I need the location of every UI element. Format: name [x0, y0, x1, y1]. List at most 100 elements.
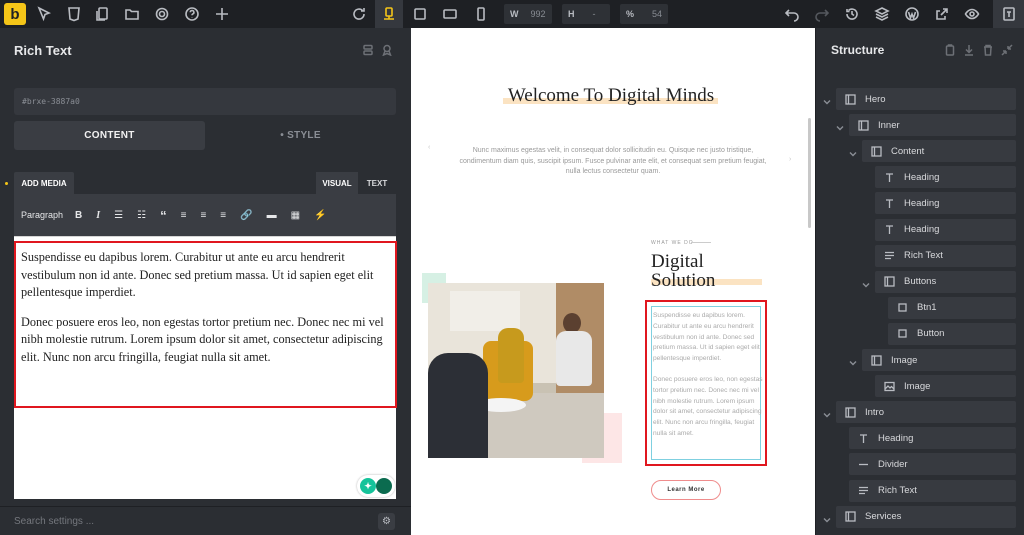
- bulb-icon[interactable]: ✦: [360, 478, 376, 494]
- html5-icon[interactable]: [60, 0, 88, 28]
- layers-icon[interactable]: [868, 0, 896, 28]
- tablet-view-icon[interactable]: [436, 0, 464, 28]
- download-icon[interactable]: [959, 42, 978, 58]
- chevron-down-icon[interactable]: [822, 407, 832, 418]
- structure-item[interactable]: Image: [875, 375, 1016, 398]
- bricks-logo[interactable]: b: [4, 3, 26, 25]
- structure-item[interactable]: Heading: [849, 427, 1016, 450]
- chevron-down-icon[interactable]: [822, 512, 832, 523]
- height-field[interactable]: H -: [562, 4, 610, 24]
- mobile-view-icon[interactable]: [467, 0, 495, 28]
- structure-item-label: Buttons: [904, 276, 937, 288]
- pin-icon[interactable]: [377, 42, 396, 58]
- italic-icon[interactable]: I: [96, 210, 100, 221]
- refresh-icon[interactable]: [345, 0, 373, 28]
- structure-item-label: Content: [891, 145, 925, 157]
- visual-tab[interactable]: VISUAL: [316, 172, 358, 194]
- chevron-down-icon[interactable]: [848, 146, 858, 157]
- settings-tabs: CONTENT • STYLE: [14, 121, 396, 150]
- wordpress-icon[interactable]: [898, 0, 926, 28]
- folder-icon[interactable]: [118, 0, 146, 28]
- class-switch-icon[interactable]: [358, 42, 377, 58]
- intro-heading[interactable]: Digital Solution: [651, 252, 715, 290]
- chevron-down-icon[interactable]: [848, 355, 858, 366]
- top-toolbar: b W 992 H - % 54: [0, 0, 1024, 28]
- search-settings-input[interactable]: Search settings ...: [14, 516, 94, 527]
- highlight-box-canvas[interactable]: Suspendisse eu dapibus lorem. Curabitur …: [645, 300, 767, 466]
- help-icon[interactable]: [178, 0, 206, 28]
- gear-icon[interactable]: [148, 0, 176, 28]
- intro-rich-text[interactable]: Suspendisse eu dapibus lorem. Curabitur …: [653, 311, 763, 450]
- tab-style[interactable]: • STYLE: [205, 121, 396, 150]
- heading-icon: [882, 198, 896, 209]
- align-left-icon[interactable]: ≡: [181, 210, 187, 221]
- blockquote-icon[interactable]: “: [160, 208, 167, 223]
- structure-item[interactable]: Buttons: [875, 270, 1016, 293]
- structure-item[interactable]: Hero: [836, 88, 1016, 110]
- structure-item[interactable]: Heading: [875, 166, 1016, 189]
- structure-item[interactable]: Content: [862, 140, 1016, 163]
- heading-icon: [882, 172, 896, 183]
- structure-item[interactable]: Heading: [875, 192, 1016, 215]
- structure-item[interactable]: Divider: [849, 453, 1016, 476]
- structure-item-label: Btn1: [917, 302, 937, 314]
- desktop-view-icon[interactable]: [375, 0, 403, 28]
- gear-icon[interactable]: ⚙: [378, 513, 395, 530]
- preview-canvas[interactable]: Welcome To Digital Minds ‹ › Nunc maximu…: [411, 28, 815, 535]
- link-icon[interactable]: 🔗: [240, 210, 252, 221]
- toolbar-toggle-icon[interactable]: ▦: [291, 210, 300, 221]
- structure-item-label: Heading: [904, 197, 940, 209]
- hero-subtitle[interactable]: Nunc maximus egestas velit, in consequat…: [459, 146, 767, 178]
- structure-item[interactable]: Button: [888, 322, 1016, 345]
- chevron-down-icon[interactable]: [861, 277, 871, 288]
- intro-label[interactable]: WHAT WE DO: [651, 240, 694, 246]
- add-media-button[interactable]: ADD MEDIA: [14, 172, 74, 194]
- bold-icon[interactable]: B: [75, 210, 82, 221]
- grammarly-widget[interactable]: ✦: [357, 475, 395, 497]
- history-icon[interactable]: [838, 0, 866, 28]
- align-center-icon[interactable]: ≡: [200, 210, 206, 221]
- structure-item[interactable]: Services: [836, 505, 1016, 528]
- clipboard-icon[interactable]: [940, 42, 959, 58]
- numbered-list-icon[interactable]: ☷: [137, 210, 146, 221]
- preview-eye-icon[interactable]: [958, 0, 986, 28]
- canvas-scrollbar[interactable]: [808, 118, 811, 228]
- learn-more-button[interactable]: Learn More: [651, 480, 721, 500]
- changed-indicator: [5, 182, 8, 185]
- pointer-icon[interactable]: [30, 0, 58, 28]
- bullet-list-icon[interactable]: ☰: [114, 210, 123, 221]
- element-id-field[interactable]: #brxe-3887a0: [14, 88, 396, 115]
- add-icon[interactable]: [208, 0, 236, 28]
- align-right-icon[interactable]: ≡: [220, 210, 226, 221]
- intro-image[interactable]: [422, 273, 622, 473]
- tab-content[interactable]: CONTENT: [14, 121, 205, 150]
- richtext-icon: [856, 485, 870, 496]
- structure-item[interactable]: Inner: [849, 114, 1016, 137]
- hero-heading[interactable]: Welcome To Digital Minds: [411, 85, 811, 107]
- structure-item[interactable]: Btn1: [888, 296, 1016, 319]
- text-tab[interactable]: TEXT: [358, 172, 396, 194]
- grammarly-icon[interactable]: [376, 478, 392, 494]
- structure-title: Structure: [831, 43, 885, 57]
- lightning-icon[interactable]: ⚡: [314, 210, 326, 221]
- format-select[interactable]: Paragraph: [21, 210, 63, 220]
- trash-icon[interactable]: [978, 42, 997, 58]
- structure-item[interactable]: Rich Text: [849, 479, 1016, 502]
- structure-item-label: Heading: [904, 224, 940, 235]
- laptop-view-icon[interactable]: [406, 0, 434, 28]
- zoom-field[interactable]: % 54: [620, 4, 668, 24]
- save-icon[interactable]: [993, 0, 1024, 28]
- structure-item[interactable]: Intro: [836, 401, 1016, 424]
- structure-item[interactable]: Rich Text: [875, 244, 1016, 267]
- chevron-down-icon[interactable]: [822, 94, 832, 105]
- width-field[interactable]: W 992: [504, 4, 552, 24]
- structure-item[interactable]: Heading: [875, 218, 1016, 241]
- chevron-down-icon[interactable]: [835, 120, 845, 131]
- pages-icon[interactable]: [89, 0, 117, 28]
- redo-icon[interactable]: [808, 0, 836, 28]
- horizontal-rule-icon[interactable]: ▬: [267, 210, 277, 221]
- undo-icon[interactable]: [778, 0, 806, 28]
- external-link-icon[interactable]: [928, 0, 956, 28]
- collapse-icon[interactable]: [997, 42, 1016, 58]
- structure-item[interactable]: Image: [862, 349, 1016, 371]
